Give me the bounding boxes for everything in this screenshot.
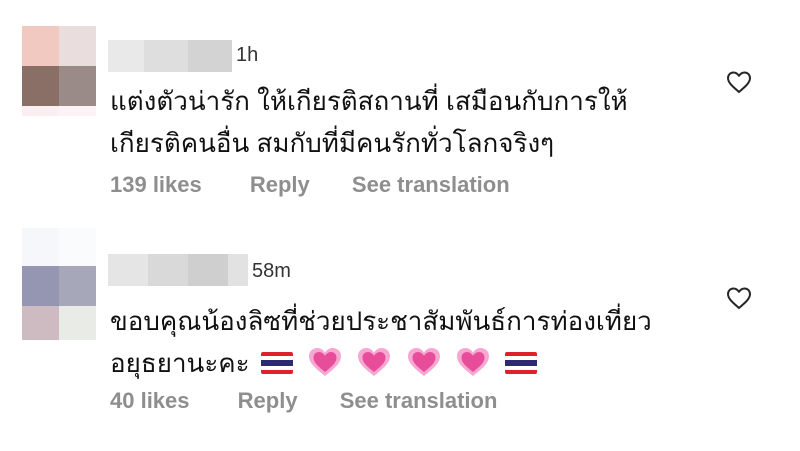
- comment-time: 58m: [252, 260, 291, 282]
- heart-outline-icon[interactable]: [726, 70, 752, 94]
- comment-time: 1h: [236, 44, 259, 66]
- username-blurred[interactable]: [108, 254, 248, 286]
- comment-text-line: เกียรติคนอื่น สมกับที่มีคนรักทั่วโลกจริง…: [110, 128, 555, 158]
- likes-count[interactable]: 40 likes: [110, 388, 190, 414]
- growing-heart-emoji: [358, 348, 391, 377]
- see-translation-button[interactable]: See translation: [340, 388, 498, 414]
- reply-button[interactable]: Reply: [250, 172, 310, 198]
- comment-text: ขอบคุณน้องลิซที่ช่วยประชาสัมพันธ์การท่อง…: [110, 300, 652, 384]
- likes-count[interactable]: 139 likes: [110, 172, 202, 198]
- comment-text-segment: อยุธยานะคะ: [110, 348, 250, 378]
- comment-actions: 40 likes Reply See translation: [110, 388, 497, 414]
- avatar[interactable]: [22, 228, 96, 340]
- comment-text: แต่งตัวน่ารัก ให้เกียรติสถานที่ เสมือนกั…: [110, 80, 628, 164]
- avatar[interactable]: [22, 26, 96, 116]
- comment-text-line: แต่งตัวน่ารัก ให้เกียรติสถานที่ เสมือนกั…: [110, 86, 628, 116]
- thailand-flag-emoji: [505, 352, 538, 375]
- growing-heart-emoji: [456, 348, 489, 377]
- see-translation-button[interactable]: See translation: [352, 172, 510, 198]
- thailand-flag-emoji: [260, 352, 293, 375]
- comment-actions: 139 likes Reply See translation: [110, 172, 510, 198]
- heart-outline-icon[interactable]: [726, 286, 752, 310]
- reply-button[interactable]: Reply: [238, 388, 298, 414]
- comment-text-line: ขอบคุณน้องลิซที่ช่วยประชาสัมพันธ์การท่อง…: [110, 306, 652, 336]
- comment-text-line-with-emoji: อยุธยานะคะ: [110, 342, 652, 384]
- growing-heart-emoji: [309, 348, 342, 377]
- growing-heart-emoji: [407, 348, 440, 377]
- username-blurred[interactable]: [108, 40, 232, 72]
